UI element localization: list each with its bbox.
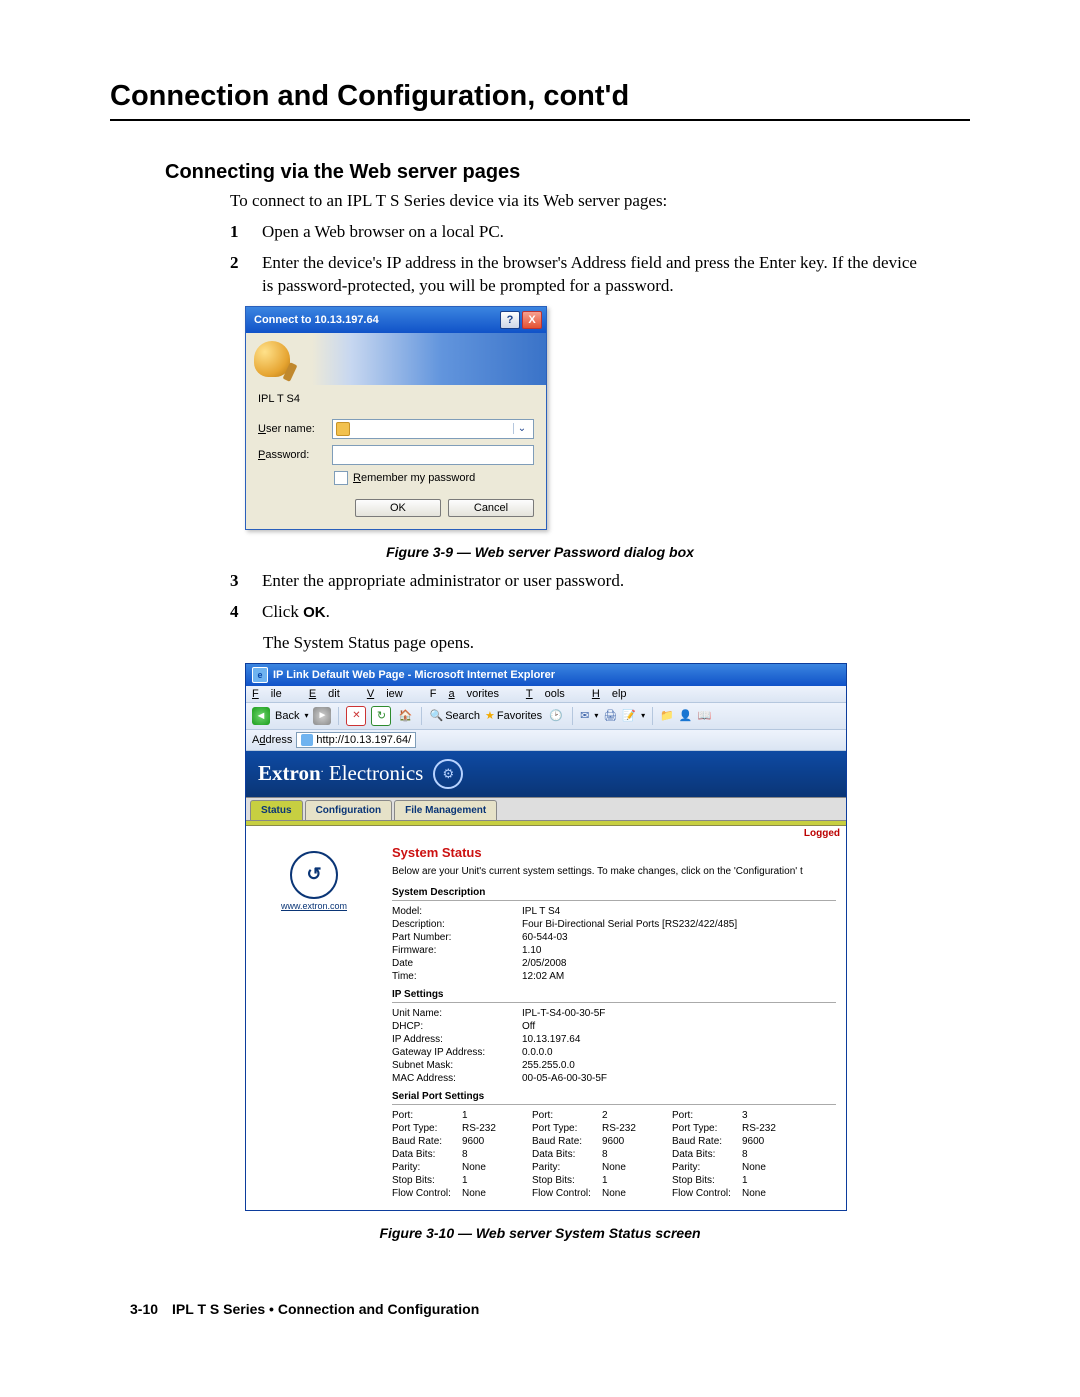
dialog-header: IPL T S4	[258, 393, 534, 405]
kv-row: Description:Four Bi-Directional Serial P…	[392, 918, 836, 931]
step-4: 4Click OK.	[230, 601, 920, 624]
dialog-title-text: Connect to 10.13.197.64	[254, 314, 498, 326]
menu-file[interactable]: File	[252, 688, 294, 700]
refresh-icon[interactable]: ↻	[371, 706, 391, 726]
username-input[interactable]: ⌄	[332, 419, 534, 439]
steps-list-b: 3Enter the appropriate administrator or …	[230, 570, 920, 624]
tab-file-management[interactable]: File Management	[394, 800, 497, 820]
main-panel: System Status Below are your Unit's curr…	[382, 839, 846, 1210]
sidebar: ↺ www.extron.com	[246, 839, 382, 1210]
ie-app-icon: e	[252, 667, 268, 683]
remember-checkbox[interactable]	[334, 471, 348, 485]
back-icon[interactable]: ◄	[252, 707, 270, 725]
steps-list-a: 1Open a Web browser on a local PC. 2Ente…	[230, 221, 920, 298]
page-footer: 3-10 IPL T S Series • Connection and Conf…	[130, 1301, 970, 1317]
footer-text: IPL T S Series • Connection and Configur…	[172, 1301, 479, 1317]
kv-row: Model:IPL T S4	[392, 905, 836, 918]
password-dialog: Connect to 10.13.197.64 ? X IPL T S4 Use…	[245, 306, 547, 530]
step-2: 2Enter the device's IP address in the br…	[230, 252, 920, 298]
address-input[interactable]: http://10.13.197.64/	[296, 732, 416, 748]
home-icon[interactable]: 🏠	[396, 707, 414, 725]
post-steps-text: The System Status page opens.	[263, 632, 963, 655]
menu-favorites[interactable]: Favorites	[430, 688, 511, 700]
ie-addressbar: Address http://10.13.197.64/	[246, 730, 846, 751]
keys-icon	[254, 341, 290, 377]
section-system-description: System Description	[392, 887, 836, 901]
step-1: 1Open a Web browser on a local PC.	[230, 221, 920, 244]
port-column: Port:1Port Type:RS-232Baud Rate:9600Data…	[392, 1109, 504, 1200]
folder-icon[interactable]: 📁	[660, 709, 674, 722]
intro-text: To connect to an IPL T S Series device v…	[230, 190, 930, 213]
stop-icon[interactable]: ✕	[346, 706, 366, 726]
page-subtext: Below are your Unit's current system set…	[392, 866, 836, 877]
search-button[interactable]: 🔍Search	[429, 709, 480, 722]
kv-row: Firmware:1.10	[392, 944, 836, 957]
ie-toolbar: ◄ Back ▾ ► ✕ ↻ 🏠 🔍Search ★Favorites 🕑 ✉▾…	[246, 703, 846, 730]
menu-tools[interactable]: Tools	[526, 688, 577, 700]
logged-label: Logged	[246, 826, 846, 839]
step-3: 3Enter the appropriate administrator or …	[230, 570, 920, 593]
page-icon	[301, 734, 313, 746]
section-ip-settings: IP Settings	[392, 989, 836, 1003]
figure-3-10-caption: Figure 3-10 — Web server System Status s…	[110, 1225, 970, 1241]
kv-row: Time:12:02 AM	[392, 970, 836, 983]
kv-row: Unit Name:IPL-T-S4-00-30-5F	[392, 1007, 836, 1020]
dialog-banner	[246, 333, 546, 385]
tab-status[interactable]: Status	[250, 800, 303, 820]
print-icon[interactable]: 🖨	[603, 709, 617, 722]
kv-row: Date2/05/2008	[392, 957, 836, 970]
mail-icon[interactable]: ✉	[580, 709, 589, 722]
password-input[interactable]	[332, 445, 534, 465]
figure-3-10: e IP Link Default Web Page - Microsoft I…	[245, 663, 970, 1211]
username-label: User name:	[258, 423, 332, 435]
figure-3-9-caption: Figure 3-9 — Web server Password dialog …	[110, 544, 970, 560]
password-label: Password:	[258, 449, 332, 461]
page-number: 3-10	[130, 1301, 158, 1317]
kv-row: MAC Address:00-05-A6-00-30-5F	[392, 1072, 836, 1085]
menu-view[interactable]: View	[367, 688, 415, 700]
chapter-title: Connection and Configuration, cont'd	[110, 80, 970, 113]
remember-checkbox-row[interactable]: Remember my password	[334, 471, 534, 485]
ie-title-text: IP Link Default Web Page - Microsoft Int…	[273, 669, 555, 681]
history-icon[interactable]: 🕑	[547, 707, 565, 725]
extron-logo-icon: ↺	[290, 851, 338, 899]
address-label: Address	[252, 734, 292, 746]
kv-row: Part Number:60-544-03	[392, 931, 836, 944]
extron-banner: Extron. Electronics ⚙	[246, 751, 846, 797]
page-heading: System Status	[392, 845, 836, 860]
forward-icon[interactable]: ►	[313, 707, 331, 725]
ie-window: e IP Link Default Web Page - Microsoft I…	[245, 663, 847, 1211]
kv-row: Gateway IP Address:0.0.0.0	[392, 1046, 836, 1059]
cancel-button[interactable]: Cancel	[448, 499, 534, 517]
edit-icon[interactable]: 📝	[622, 709, 636, 722]
port-column: Port:3Port Type:RS-232Baud Rate:9600Data…	[672, 1109, 784, 1200]
favorites-button[interactable]: ★Favorites	[485, 709, 542, 722]
help-button[interactable]: ?	[500, 311, 520, 329]
remember-label: Remember my password	[353, 472, 475, 484]
section-serial-port-settings: Serial Port Settings	[392, 1091, 836, 1105]
close-button[interactable]: X	[522, 311, 542, 329]
banner-icon: ⚙	[433, 759, 463, 789]
page-tabs: Status Configuration File Management	[246, 797, 846, 821]
research-icon[interactable]: 📖	[698, 709, 712, 722]
back-label[interactable]: Back	[275, 710, 299, 722]
figure-3-9: Connect to 10.13.197.64 ? X IPL T S4 Use…	[245, 306, 970, 530]
ie-titlebar: e IP Link Default Web Page - Microsoft I…	[246, 664, 846, 686]
menu-edit[interactable]: Edit	[309, 688, 352, 700]
username-dropdown[interactable]: ⌄	[513, 423, 530, 434]
port-column: Port:2Port Type:RS-232Baud Rate:9600Data…	[532, 1109, 644, 1200]
kv-row: IP Address:10.13.197.64	[392, 1033, 836, 1046]
messenger-icon[interactable]: 👤	[679, 709, 693, 722]
section-title: Connecting via the Web server pages	[165, 161, 970, 184]
divider	[110, 119, 970, 121]
dialog-titlebar: Connect to 10.13.197.64 ? X	[246, 307, 546, 333]
user-icon	[336, 422, 350, 436]
ok-button[interactable]: OK	[355, 499, 441, 517]
kv-row: DHCP:Off	[392, 1020, 836, 1033]
menu-help[interactable]: Help	[592, 688, 639, 700]
kv-row: Subnet Mask:255.255.0.0	[392, 1059, 836, 1072]
ie-menubar: File Edit View Favorites Tools Help	[246, 686, 846, 703]
extron-url-link[interactable]: www.extron.com	[250, 901, 378, 911]
tab-configuration[interactable]: Configuration	[305, 800, 393, 820]
